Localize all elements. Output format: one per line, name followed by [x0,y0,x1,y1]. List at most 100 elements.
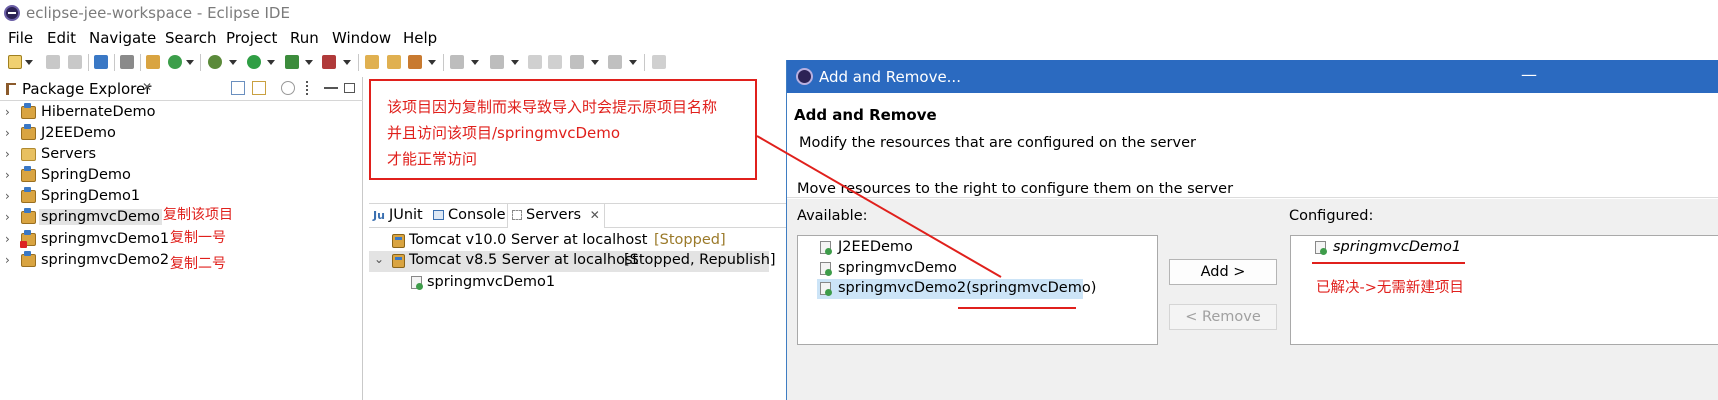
project-icon [21,251,36,267]
link-editor-icon[interactable] [252,81,266,95]
close-icon[interactable]: ✕ [590,208,600,222]
coverage-icon[interactable] [285,55,299,69]
remove-button[interactable]: < Remove [1169,304,1277,330]
open-type-icon[interactable] [365,55,379,69]
configured-item[interactable]: springmvcDemo1 [1315,238,1515,258]
chevron-right-icon[interactable]: › [5,189,10,203]
chevron-right-icon[interactable]: › [5,147,10,161]
tab-servers[interactable]: Servers ✕ [507,204,605,228]
available-item-label: springmvcDemo2(springmvcDemo) [838,280,1097,296]
menu-run[interactable]: Run [290,29,319,47]
view-menu-icon[interactable] [306,81,310,95]
package-explorer-panel: Package Explorer ✕ › HibernateDemo › J2E… [0,77,363,400]
annotation-prev-icon[interactable] [490,55,504,69]
server-status: [Stopped] [654,232,726,248]
menu-help[interactable]: Help [403,29,437,47]
dialog-instruction: Move resources to the right to configure… [797,181,1234,197]
chevron-right-icon[interactable]: › [5,105,10,119]
tab-label: Console [448,207,506,223]
search-icon[interactable] [408,55,422,69]
external-tools-dropdown-icon[interactable] [343,60,351,65]
chevron-right-icon[interactable]: › [5,126,10,140]
forward-icon[interactable] [608,55,622,69]
tree-item-j2eedemo[interactable]: › J2EEDemo [0,124,362,145]
add-button[interactable]: Add > [1169,259,1277,285]
tab-junit[interactable]: Ju JUnit [373,207,423,223]
close-icon[interactable]: ✕ [142,80,152,94]
available-item[interactable]: J2EEDemo [820,238,1020,258]
dialog-titlebar: Add and Remove... — [787,60,1718,93]
search-dropdown-icon[interactable] [428,60,436,65]
forward-edit-icon[interactable] [548,55,562,69]
refresh-dropdown-icon[interactable] [186,60,194,65]
resolved-note: 已解决->无需新建项目 [1316,280,1464,296]
server-row-tomcat85[interactable]: ⌄ Tomcat v8.5 Server at localhost [Stopp… [369,251,776,272]
tree-item-label: springmvcDemo [39,209,162,225]
server-module-row[interactable]: springmvcDemo1 [411,273,611,294]
menu-navigate[interactable]: Navigate [89,29,156,47]
server-name: Tomcat v10.0 Server at localhost [409,232,648,248]
tab-label: JUnit [388,207,423,223]
save-all-icon[interactable] [68,55,82,69]
junit-icon: Ju [373,208,385,222]
new-icon[interactable] [8,55,22,69]
server-row-tomcat10[interactable]: Tomcat v10.0 Server at localhost [Stoppe… [392,231,772,252]
focus-icon[interactable] [281,81,295,95]
annotation-line: 并且访问该项目/springmvcDemo [387,124,621,142]
chevron-right-icon[interactable]: › [5,168,10,182]
forward-dropdown-icon[interactable] [629,60,637,65]
toolbar-separator [140,54,141,71]
toggle-icon[interactable] [120,55,134,69]
external-tools-icon[interactable] [322,55,336,69]
menu-file[interactable]: File [8,29,33,47]
configured-item-label: springmvcDemo1 [1333,239,1462,255]
refresh-icon[interactable] [168,55,182,69]
open-task-icon[interactable] [387,55,401,69]
debug-dropdown-icon[interactable] [229,60,237,65]
coverage-dropdown-icon[interactable] [305,60,313,65]
terminal-icon[interactable] [94,55,108,69]
available-list[interactable]: J2EEDemo springmvcDemo springmvcDemo2(sp… [797,235,1158,345]
available-item[interactable]: springmvcDemo [820,259,1020,279]
back-icon[interactable] [570,55,584,69]
back-dropdown-icon[interactable] [591,60,599,65]
tomcat-server-icon [392,234,405,248]
menu-project[interactable]: Project [226,29,277,47]
chevron-right-icon[interactable]: › [5,253,10,267]
configured-label: Configured: [1289,208,1374,224]
annotation-next-dropdown-icon[interactable] [471,60,479,65]
menu-window[interactable]: Window [332,29,391,47]
chevron-down-icon[interactable]: ⌄ [374,252,384,266]
new-dropdown-icon[interactable] [25,60,33,65]
package-explorer-tab[interactable]: Package Explorer [22,80,151,98]
minimize-icon[interactable]: — [1521,65,1537,84]
chevron-right-icon[interactable]: › [5,232,10,246]
available-item-selected[interactable]: springmvcDemo2(springmvcDemo) [817,279,1096,299]
tree-item-hibernatedemo[interactable]: › HibernateDemo [0,103,362,124]
annotation-next-icon[interactable] [450,55,464,69]
last-edit-icon[interactable] [528,55,542,69]
menu-edit[interactable]: Edit [47,29,76,47]
save-icon[interactable] [46,55,60,69]
main-toolbar [0,51,860,75]
annotation-prev-dropdown-icon[interactable] [511,60,519,65]
package-icon[interactable] [146,55,160,69]
available-item-label: J2EEDemo [838,239,913,255]
server-status: [Stopped, Republish] [624,252,776,268]
pin-editor-icon[interactable] [652,55,666,69]
menu-bar: File Edit Navigate Search Project Run Wi… [0,27,1718,49]
dialog-description: Modify the resources that are configured… [799,135,1196,151]
tree-item-servers[interactable]: › Servers [0,145,362,166]
tree-item-label: J2EEDemo [41,125,116,141]
project-icon [21,103,36,119]
tab-console[interactable]: Console [433,207,506,223]
collapse-all-icon[interactable] [231,81,245,95]
run-dropdown-icon[interactable] [267,60,275,65]
run-icon[interactable] [247,55,261,69]
tree-item-springdemo[interactable]: › SpringDemo [0,166,362,187]
menu-search[interactable]: Search [165,29,217,47]
minimize-icon[interactable] [324,87,338,89]
debug-icon[interactable] [208,55,222,69]
chevron-right-icon[interactable]: › [5,210,10,224]
maximize-icon[interactable] [344,83,355,93]
